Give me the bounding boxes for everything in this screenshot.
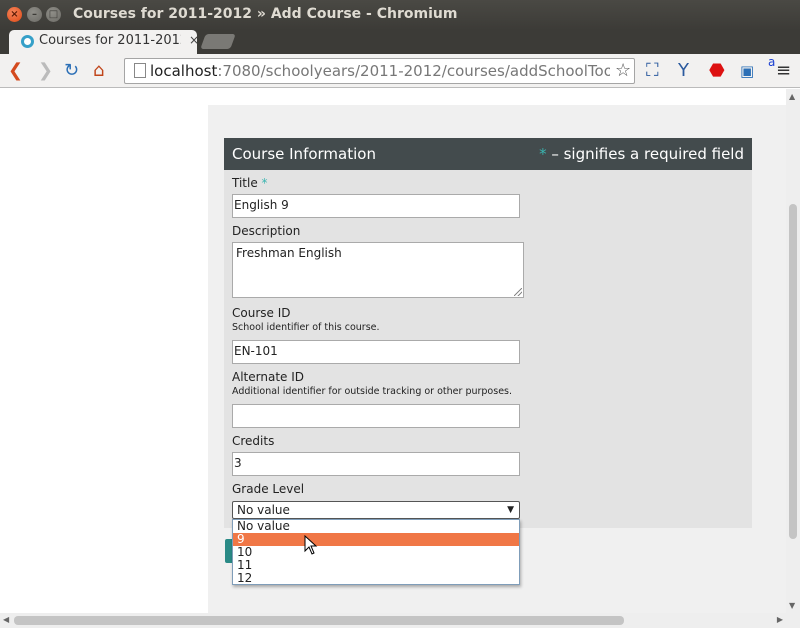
vertical-scrollbar[interactable]: ▲ ▼	[786, 89, 800, 613]
tab-close-icon[interactable]: ×	[189, 33, 199, 47]
back-icon[interactable]: ❮	[8, 61, 23, 81]
page-icon	[134, 63, 146, 78]
extension-screenshot-icon[interactable]: ▣	[740, 61, 754, 81]
description-label: Description	[232, 224, 301, 238]
alternate-id-label: Alternate ID	[232, 370, 304, 384]
address-text[interactable]: localhost:7080/schoolyears/2011-2012/cou…	[150, 62, 610, 80]
dropdown-arrow-icon: ▼	[507, 505, 514, 515]
bookmark-star-icon[interactable]: ☆	[615, 60, 631, 81]
grade-level-value: No value	[237, 503, 290, 517]
mouse-cursor-icon	[304, 535, 318, 555]
grade-level-dropdown: No value 9 10 11 12	[232, 519, 520, 585]
new-tab-button[interactable]	[200, 34, 236, 49]
required-note-text: – signifies a required field	[546, 145, 744, 163]
dropdown-option[interactable]: 12	[233, 572, 519, 585]
window-maximize-button[interactable]: □	[46, 7, 61, 22]
course-id-input[interactable]: EN-101	[232, 340, 520, 364]
course-id-hint: School identifier of this course.	[232, 322, 380, 333]
resize-grip[interactable]	[514, 288, 522, 296]
alternate-id-input[interactable]	[232, 404, 520, 428]
address-path: :7080/schoolyears/2011-2012/courses/addS…	[217, 62, 610, 80]
credits-label: Credits	[232, 434, 275, 448]
dropdown-option[interactable]: No value	[233, 520, 519, 533]
browser-toolbar: ❮ ❯ ↻ ⌂ localhost:7080/schoolyears/2011-…	[0, 54, 800, 88]
description-textarea[interactable]: Freshman English	[232, 242, 524, 298]
window-titlebar: × – □ Courses for 2011-2012 » Add Course…	[0, 0, 800, 30]
title-label-text: Title	[232, 176, 258, 190]
browser-tab[interactable]: Courses for 2011-2012 » Add Course ×	[9, 30, 199, 54]
cast-icon[interactable]: ⛶	[646, 61, 659, 81]
tab-strip: Courses for 2011-2012 » Add Course ×	[0, 30, 800, 54]
required-note: * – signifies a required field	[539, 145, 744, 163]
window-close-button[interactable]: ×	[7, 7, 22, 22]
window-minimize-button[interactable]: –	[27, 7, 42, 22]
dropdown-option[interactable]: 10	[233, 546, 519, 559]
panel-header: Course Information * – signifies a requi…	[224, 138, 752, 170]
extension-y-icon[interactable]: Y	[678, 61, 689, 81]
menu-icon[interactable]: ≡	[776, 61, 791, 81]
forward-icon[interactable]: ❯	[38, 61, 53, 81]
favicon-icon	[21, 35, 34, 48]
dropdown-option[interactable]: 11	[233, 559, 519, 572]
title-required-star: *	[261, 176, 268, 190]
dropdown-option-selected[interactable]: 9	[233, 533, 519, 546]
course-form-panel: Course Information * – signifies a requi…	[224, 138, 752, 528]
grade-level-label: Grade Level	[232, 482, 305, 496]
horizontal-scroll-thumb[interactable]	[14, 616, 624, 625]
horizontal-scrollbar[interactable]: ◀ ▶	[0, 613, 800, 628]
vertical-scroll-thumb[interactable]	[789, 204, 797, 539]
adblock-icon[interactable]: ⬣	[709, 61, 725, 81]
translate-icon[interactable]: a	[768, 52, 775, 72]
credits-input[interactable]: 3	[232, 452, 520, 476]
grade-level-select[interactable]: No value ▼	[232, 501, 520, 519]
scroll-right-icon[interactable]: ▶	[777, 615, 783, 624]
address-host: localhost	[150, 62, 218, 80]
tab-title: Courses for 2011-2012 » Add Course	[39, 33, 181, 48]
panel-title: Course Information	[232, 145, 376, 163]
scroll-left-icon[interactable]: ◀	[3, 615, 9, 624]
description-value: Freshman English	[236, 246, 342, 260]
alternate-id-hint: Additional identifier for outside tracki…	[232, 386, 513, 397]
window-title: Courses for 2011-2012 » Add Course - Chr…	[73, 6, 458, 22]
course-id-label: Course ID	[232, 306, 291, 320]
scroll-up-icon[interactable]: ▲	[789, 92, 795, 101]
required-star: *	[539, 145, 547, 163]
scroll-down-icon[interactable]: ▼	[789, 601, 795, 610]
title-input[interactable]: English 9	[232, 194, 520, 218]
address-bar[interactable]: localhost:7080/schoolyears/2011-2012/cou…	[124, 58, 635, 84]
title-label: Title *	[232, 176, 268, 190]
home-icon[interactable]: ⌂	[93, 61, 104, 81]
reload-icon[interactable]: ↻	[64, 61, 79, 81]
